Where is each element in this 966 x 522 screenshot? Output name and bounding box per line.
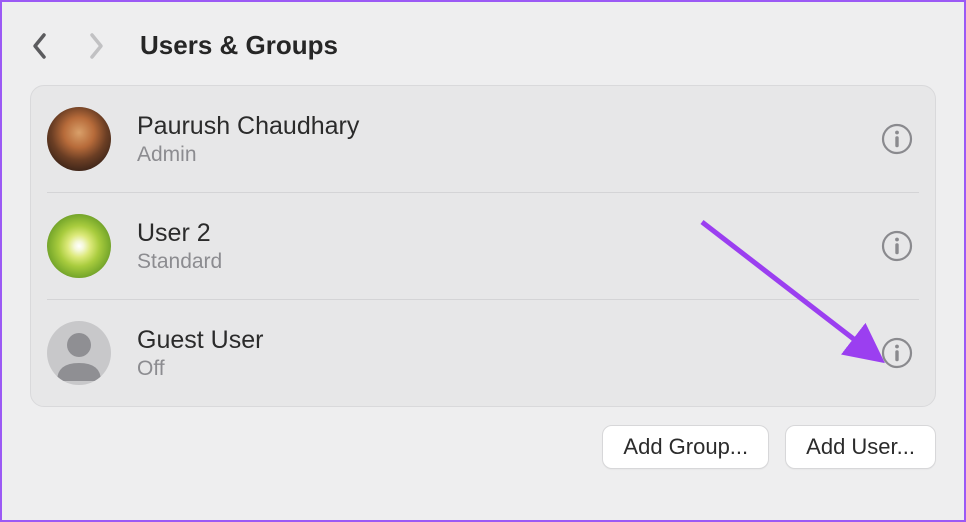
user-text: Paurush Chaudhary Admin: [137, 112, 879, 167]
avatar: [47, 107, 111, 171]
person-icon: [47, 321, 111, 385]
add-group-button[interactable]: Add Group...: [602, 425, 769, 469]
add-user-button[interactable]: Add User...: [785, 425, 936, 469]
info-button[interactable]: [879, 121, 915, 157]
avatar: [47, 321, 111, 385]
header: Users & Groups: [2, 2, 964, 79]
user-text: Guest User Off: [137, 326, 879, 381]
user-name: Guest User: [137, 326, 879, 355]
user-name: Paurush Chaudhary: [137, 112, 879, 141]
info-icon: [881, 230, 913, 262]
back-button[interactable]: [30, 31, 50, 61]
user-name: User 2: [137, 219, 879, 248]
user-role: Off: [137, 357, 879, 381]
user-row: Paurush Chaudhary Admin: [31, 86, 935, 192]
chevron-left-icon: [32, 32, 48, 60]
info-button[interactable]: [879, 335, 915, 371]
user-row: Guest User Off: [31, 300, 935, 406]
users-panel: Paurush Chaudhary Admin User 2 Standard: [30, 85, 936, 407]
avatar: [47, 214, 111, 278]
user-role: Admin: [137, 143, 879, 167]
footer: Add Group... Add User...: [2, 407, 964, 469]
page-title: Users & Groups: [140, 30, 338, 61]
user-row: User 2 Standard: [31, 193, 935, 299]
info-icon: [881, 337, 913, 369]
forward-button[interactable]: [86, 31, 106, 61]
nav-arrows: [30, 31, 106, 61]
chevron-right-icon: [88, 32, 104, 60]
info-button[interactable]: [879, 228, 915, 264]
user-role: Standard: [137, 250, 879, 274]
user-text: User 2 Standard: [137, 219, 879, 274]
window-frame: Users & Groups Paurush Chaudhary Admin U…: [0, 0, 966, 522]
info-icon: [881, 123, 913, 155]
